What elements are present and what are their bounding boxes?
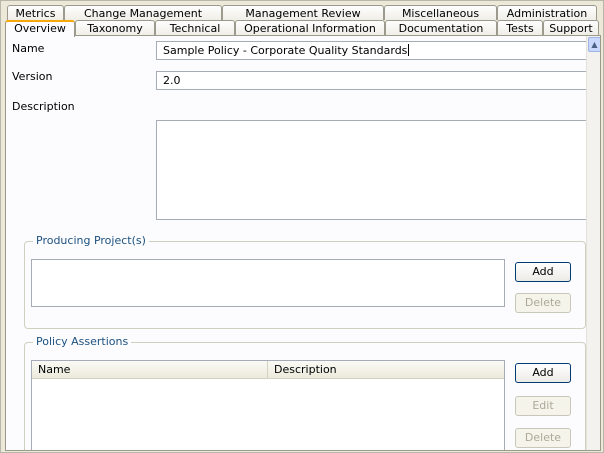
column-header-name[interactable]: Name — [32, 361, 268, 378]
name-value: Sample Policy - Corporate Quality Standa… — [163, 44, 408, 57]
description-label: Description — [12, 100, 75, 113]
tab-miscellaneous[interactable]: Miscellaneous — [384, 5, 497, 20]
tab-metrics[interactable]: Metrics — [7, 5, 64, 20]
description-field[interactable] — [156, 120, 588, 220]
name-field[interactable]: Sample Policy - Corporate Quality Standa… — [156, 41, 588, 60]
producing-projects-add-button[interactable]: Add — [515, 262, 571, 282]
policy-editor-window: Metrics Change Management Management Rev… — [0, 0, 604, 453]
producing-projects-group: Producing Project(s) Add Delete — [24, 234, 586, 329]
tab-overview[interactable]: Overview — [5, 20, 75, 37]
text-caret — [408, 44, 410, 56]
tab-management-review[interactable]: Management Review — [222, 5, 384, 20]
vertical-scrollbar[interactable]: ▲ — [586, 36, 600, 450]
overview-panel: Name Sample Policy - Corporate Quality S… — [5, 35, 601, 451]
policy-assertions-header: Name Description — [32, 361, 504, 379]
tab-change-management[interactable]: Change Management — [64, 5, 222, 20]
version-label: Version — [12, 70, 53, 83]
tab-administration[interactable]: Administration — [497, 5, 597, 20]
policy-assertions-table[interactable]: Name Description — [31, 360, 505, 450]
tab-taxonomy[interactable]: Taxonomy — [75, 20, 155, 35]
policy-assertions-edit-button[interactable]: Edit — [515, 396, 571, 416]
policy-assertions-add-button[interactable]: Add — [515, 363, 571, 383]
tab-documentation[interactable]: Documentation — [385, 20, 497, 35]
producing-projects-title: Producing Project(s) — [33, 234, 149, 247]
tab-support[interactable]: Support — [543, 20, 599, 35]
version-field[interactable]: 2.0 — [156, 71, 588, 90]
scroll-up-arrow-icon[interactable]: ▲ — [588, 37, 600, 52]
policy-assertions-group: Policy Assertions Name Description Add E… — [24, 335, 586, 450]
name-label: Name — [12, 42, 45, 55]
tab-tests[interactable]: Tests — [497, 20, 543, 35]
tab-technical[interactable]: Technical — [155, 20, 235, 35]
producing-projects-list[interactable] — [31, 259, 505, 307]
column-header-description[interactable]: Description — [268, 361, 504, 378]
policy-assertions-title: Policy Assertions — [33, 335, 132, 348]
policy-assertions-delete-button[interactable]: Delete — [515, 428, 571, 448]
producing-projects-delete-button[interactable]: Delete — [515, 293, 571, 313]
tab-operational-information[interactable]: Operational Information — [235, 20, 385, 35]
version-value: 2.0 — [163, 74, 181, 87]
